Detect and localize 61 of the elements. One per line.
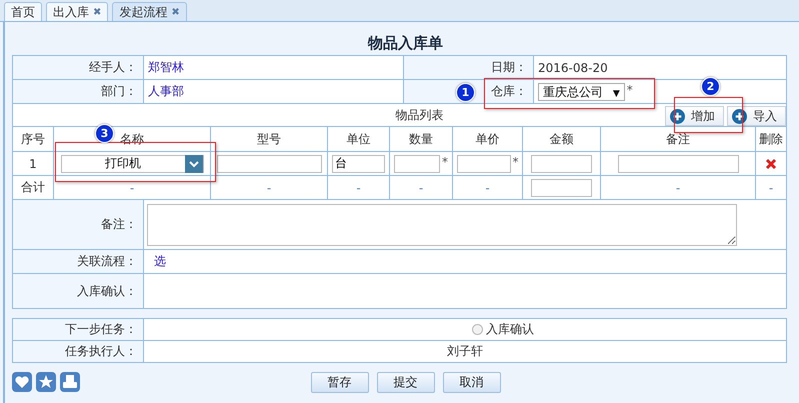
required-mark: * <box>626 82 633 96</box>
field-label: 仓库： <box>491 84 528 98</box>
field-label: 关联流程： <box>77 254 137 268</box>
form-button[interactable]: 暂存 <box>310 372 368 393</box>
tab[interactable]: 出入库 ✖ <box>46 2 108 21</box>
name-dropdown[interactable]: 打印机 <box>60 154 204 172</box>
table-cell: - <box>485 180 490 194</box>
field-label: 下一步任务： <box>65 322 137 336</box>
table-cell: 1 <box>29 156 37 170</box>
delete-icon[interactable] <box>765 158 778 170</box>
input-field[interactable] <box>216 154 322 172</box>
field-value: 人事部 <box>148 84 184 98</box>
table-cell: - <box>356 180 361 194</box>
input-field[interactable] <box>456 154 510 172</box>
table-cell: - <box>130 180 134 194</box>
warehouse-dropdown[interactable]: 重庆总公司 ▼ <box>538 82 625 100</box>
field-label: 入库确认： <box>77 284 137 298</box>
field-label: 日期： <box>491 60 528 74</box>
field-value: 刘子轩 <box>447 344 483 358</box>
section-title: 物品列表 <box>396 108 444 122</box>
column-header: 型号 <box>257 132 281 146</box>
tab[interactable]: 发起流程 ✖ <box>112 2 187 21</box>
highlight-frame <box>674 97 743 133</box>
required-mark: * <box>512 154 518 168</box>
add-button[interactable]: 增加 <box>665 106 724 126</box>
input-field[interactable] <box>394 154 440 172</box>
input-field[interactable] <box>618 154 739 172</box>
column-header: 数量 <box>409 132 433 146</box>
field-label: 任务执行人： <box>65 344 137 358</box>
plus-icon <box>670 108 686 124</box>
field-value: 2016-08-20 <box>538 60 608 74</box>
field-label: 备注： <box>101 217 137 231</box>
field-label: 部门： <box>101 84 137 98</box>
field-value: 郑智林 <box>148 60 184 74</box>
table-cell: - <box>266 180 272 194</box>
plus-icon <box>732 108 748 124</box>
column-header: 单位 <box>346 132 370 146</box>
close-icon[interactable]: ✖ <box>93 6 102 18</box>
chevron-down-icon <box>184 154 202 172</box>
column-header: 删除 <box>759 132 784 146</box>
form-button[interactable]: 提交 <box>376 372 434 393</box>
input-field[interactable] <box>531 178 592 196</box>
field-label: 经手人： <box>89 60 137 74</box>
column-header: 单价 <box>476 132 500 146</box>
column-header: 金额 <box>550 132 574 146</box>
table-cell: - <box>768 180 774 194</box>
table-cell: 合计 <box>21 180 45 194</box>
import-button[interactable]: 导入 <box>727 106 786 126</box>
select-link[interactable]: 选 <box>154 254 166 268</box>
form-button[interactable]: 取消 <box>442 372 500 393</box>
column-header: 序号 <box>21 132 45 146</box>
radio-option[interactable]: 入库确认 <box>472 321 534 338</box>
table-cell: - <box>676 180 680 194</box>
input-field[interactable] <box>531 154 592 172</box>
input-field[interactable]: 台 <box>332 154 385 172</box>
required-mark: * <box>442 154 448 168</box>
column-header: 备注 <box>666 132 690 146</box>
remarks-textarea[interactable] <box>147 204 737 246</box>
form-title: 物品入库单 <box>366 33 444 54</box>
tab[interactable]: 首页 <box>4 2 42 21</box>
table-cell: - <box>418 180 424 194</box>
